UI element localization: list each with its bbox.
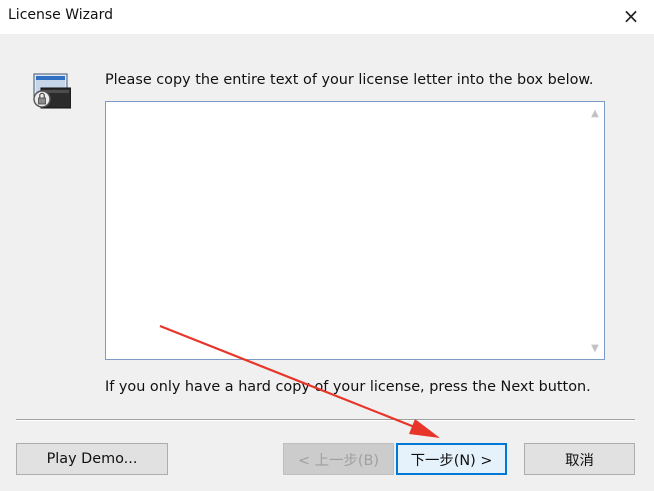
divider: [16, 419, 635, 421]
window-title: License Wizard: [8, 7, 113, 23]
license-text-input[interactable]: [106, 102, 586, 359]
scroll-up-icon[interactable]: ▲: [586, 104, 604, 122]
play-demo-button[interactable]: Play Demo...: [16, 443, 168, 475]
license-text-box[interactable]: ▲ ▼: [105, 101, 605, 360]
close-button[interactable]: ×: [608, 0, 654, 32]
license-wizard-icon: [33, 73, 71, 109]
scroll-down-icon[interactable]: ▼: [586, 339, 604, 357]
vertical-scrollbar[interactable]: ▲ ▼: [586, 102, 604, 359]
cancel-button[interactable]: 取消: [524, 443, 635, 475]
license-wizard-window: License Wizard × Please copy the entire …: [0, 0, 654, 491]
title-bar: License Wizard ×: [0, 0, 654, 34]
instruction-text: Please copy the entire text of your lice…: [105, 72, 594, 88]
back-button[interactable]: < 上一步(B): [283, 443, 394, 475]
next-button[interactable]: 下一步(N) >: [396, 443, 507, 475]
close-icon: ×: [622, 4, 640, 28]
hard-copy-hint: If you only have a hard copy of your lic…: [105, 379, 591, 395]
